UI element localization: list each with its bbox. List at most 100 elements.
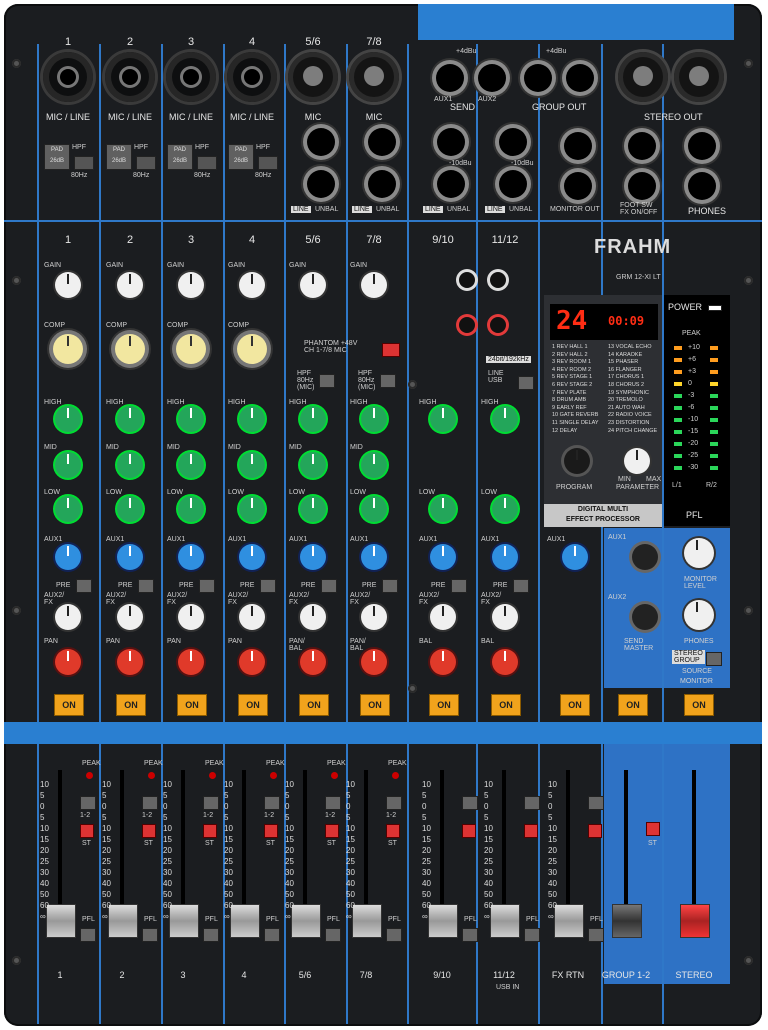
group12-button[interactable] [524,796,540,810]
aux1-knob[interactable] [178,544,204,570]
master-aux1-knob[interactable] [632,544,658,570]
mid-knob[interactable] [55,452,81,478]
group-st-button[interactable] [646,822,660,836]
line-jack-l[interactable] [307,128,335,156]
pad-button[interactable]: PAD 26dB [44,144,70,170]
mid-knob[interactable] [300,452,326,478]
high-knob[interactable] [239,406,265,432]
high-knob[interactable] [300,406,326,432]
stereo-out-trs-r[interactable] [688,132,716,160]
phones-knob[interactable] [684,600,714,630]
low-knob[interactable] [239,496,265,522]
master-aux2-knob[interactable] [632,604,658,630]
aux2-send-jack[interactable] [478,64,506,92]
pan-knob[interactable] [300,649,326,675]
fx-aux1-knob[interactable] [562,544,588,570]
pre-button[interactable] [260,579,276,593]
gain-knob[interactable] [239,272,265,298]
st-button[interactable] [142,824,156,838]
st-button[interactable] [524,824,538,838]
aux1-knob[interactable] [361,544,387,570]
aux2-knob[interactable] [178,604,204,630]
stereo-out-trs-l[interactable] [628,132,656,160]
pad-button[interactable]: PAD 26dB [106,144,132,170]
pan-knob[interactable] [361,649,387,675]
hpf-mic-button[interactable] [380,374,396,388]
low-knob[interactable] [117,496,143,522]
mid-knob[interactable] [117,452,143,478]
aux1-knob[interactable] [300,544,326,570]
xlr-jack[interactable] [288,52,338,102]
line-jack-r[interactable] [437,170,465,198]
gain-knob[interactable] [361,272,387,298]
fx-on-button[interactable]: ON [560,694,590,716]
hpf-mic-button[interactable] [319,374,335,388]
hpf-button[interactable] [258,156,278,170]
mid-knob[interactable] [361,452,387,478]
monitor-out-r[interactable] [564,172,592,200]
on-button[interactable]: ON [177,694,207,716]
mid-knob[interactable] [239,452,265,478]
fader-knob[interactable] [169,904,199,938]
aux2-knob[interactable] [55,604,81,630]
foot-sw-jack[interactable] [628,172,656,200]
pfl-button[interactable] [80,928,96,942]
combo-jack[interactable] [166,52,216,102]
low-knob[interactable] [300,496,326,522]
low-knob[interactable] [361,496,387,522]
pfl-button[interactable] [203,928,219,942]
line-jack-l[interactable] [499,128,527,156]
aux2-knob[interactable] [300,604,326,630]
rca-r1[interactable] [459,317,475,333]
mid-knob[interactable] [178,452,204,478]
st-button[interactable] [325,824,339,838]
line-jack-r[interactable] [307,170,335,198]
aux2-knob[interactable] [492,604,518,630]
low-knob[interactable] [492,496,518,522]
group-on-button[interactable]: ON [618,694,648,716]
line-usb-button[interactable] [518,376,534,390]
st-button[interactable] [264,824,278,838]
st-button[interactable] [462,824,476,838]
hpf-button[interactable] [136,156,156,170]
stereo-out-r[interactable] [674,52,724,102]
fader-knob[interactable] [680,904,710,938]
high-knob[interactable] [178,406,204,432]
pfl-button[interactable] [386,928,402,942]
phantom-button[interactable] [382,343,400,357]
pre-button[interactable] [76,579,92,593]
on-button[interactable]: ON [360,694,390,716]
group12-button[interactable] [386,796,402,810]
aux1-knob[interactable] [492,544,518,570]
hpf-button[interactable] [74,156,94,170]
low-knob[interactable] [430,496,456,522]
fader-knob[interactable] [108,904,138,938]
pfl-button[interactable] [588,928,604,942]
pan-knob[interactable] [492,649,518,675]
group12-button[interactable] [325,796,341,810]
pad-button[interactable]: PAD 26dB [228,144,254,170]
group12-button[interactable] [203,796,219,810]
gain-knob[interactable] [178,272,204,298]
comp-knob[interactable] [53,334,83,364]
pan-knob[interactable] [55,649,81,675]
high-knob[interactable] [492,406,518,432]
aux2-knob[interactable] [239,604,265,630]
fader-knob[interactable] [352,904,382,938]
fader-knob[interactable] [490,904,520,938]
combo-jack[interactable] [43,52,93,102]
line-jack-r[interactable] [499,170,527,198]
aux2-knob[interactable] [361,604,387,630]
group1-jack[interactable] [524,64,552,92]
line-jack-r[interactable] [368,170,396,198]
group12-button[interactable] [588,796,604,810]
pan-knob[interactable] [239,649,265,675]
rca-r2[interactable] [490,317,506,333]
on-button[interactable]: ON [116,694,146,716]
high-knob[interactable] [430,406,456,432]
pre-button[interactable] [199,579,215,593]
gain-knob[interactable] [117,272,143,298]
pan-knob[interactable] [117,649,143,675]
pfl-button[interactable] [264,928,280,942]
pre-button[interactable] [138,579,154,593]
